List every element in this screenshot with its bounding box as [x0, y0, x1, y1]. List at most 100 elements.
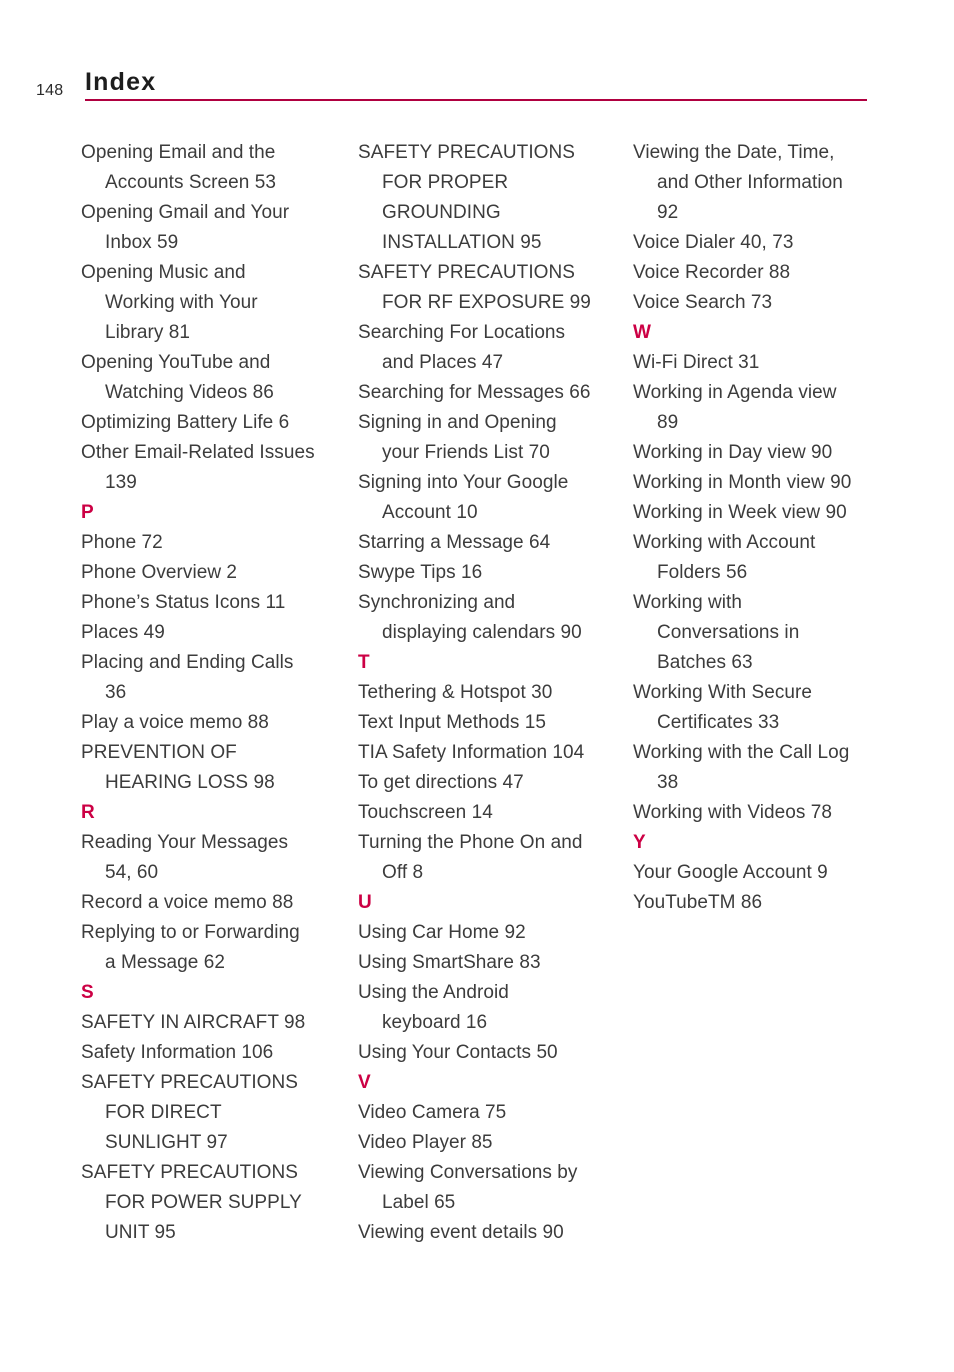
index-entry-line: To get directions 47: [358, 772, 524, 793]
index-entry-line: Starring a Message 64: [358, 532, 551, 553]
index-entry-line: Searching For Locations: [358, 322, 566, 343]
index-entry-line: HEARING LOSS 98: [105, 772, 275, 793]
index-entry-line: SAFETY PRECAUTIONS: [81, 1072, 298, 1093]
index-entry-line: SAFETY PRECAUTIONS: [81, 1162, 298, 1183]
index-letter-heading: V: [358, 1072, 371, 1093]
index-letter-heading: S: [81, 982, 94, 1003]
index-entry-line: Places 49: [81, 622, 165, 643]
index-entry-line: 38: [657, 772, 679, 793]
index-entry-line: Working in Day view 90: [633, 442, 833, 463]
index-entry-line: Off 8: [382, 862, 424, 883]
index-entry-line: 92: [657, 202, 679, 223]
index-entry-line: YouTubeTM 86: [633, 892, 763, 913]
index-entry-line: keyboard 16: [382, 1012, 488, 1033]
index-letter-heading: Y: [633, 832, 646, 853]
index-entry-line: Opening Music and: [81, 262, 246, 283]
index-entry-line: Signing in and Opening: [358, 412, 557, 433]
index-entry-line: Tethering & Hotspot 30: [358, 682, 553, 703]
index-entry-line: displaying calendars 90: [382, 622, 582, 643]
index-entry-line: Placing and Ending Calls: [81, 652, 294, 673]
index-entry-line: UNIT 95: [105, 1222, 176, 1243]
index-entry-line: Touchscreen 14: [358, 802, 493, 823]
index-entry-line: Working with Account: [633, 532, 816, 553]
index-entry-line: Conversations in: [657, 622, 800, 643]
index-entry-line: Folders 56: [657, 562, 748, 583]
index-entry-line: Phone 72: [81, 532, 163, 553]
index-entry-line: Working with the Call Log: [633, 742, 850, 763]
index-entry-line: Video Player 85: [358, 1132, 493, 1153]
index-page: 148 Index Opening Email and the Accounts …: [0, 0, 954, 1372]
index-entry-line: SAFETY IN AIRCRAFT 98: [81, 1012, 306, 1033]
index-letter-heading: W: [633, 322, 652, 343]
index-entry-line: SUNLIGHT 97: [105, 1132, 228, 1153]
index-entry-line: PREVENTION OF: [81, 742, 237, 763]
index-entry-line: Text Input Methods 15: [358, 712, 546, 733]
index-entry-line: Inbox 59: [105, 232, 179, 253]
index-entry-line: Voice Search 73: [633, 292, 773, 313]
index-entry-line: Label 65: [382, 1192, 456, 1213]
index-entry-line: Viewing event details 90: [358, 1222, 564, 1243]
index-entry-line: Working with Videos 78: [633, 802, 832, 823]
index-entry-line: Opening YouTube and: [81, 352, 271, 373]
index-entry-line: Accounts Screen 53: [105, 172, 276, 193]
index-entry-line: INSTALLATION 95: [382, 232, 542, 253]
index-column-3: Viewing the Date, Time, and Other Informa…: [633, 138, 895, 918]
index-entry-line: Opening Email and the: [81, 142, 276, 163]
index-entry-line: your Friends List 70: [382, 442, 550, 463]
index-entry-line: Play a voice memo 88: [81, 712, 269, 733]
page-header: 148 Index: [0, 62, 954, 108]
index-entry-line: Other Email-Related Issues: [81, 442, 315, 463]
index-entry-line: FOR PROPER: [382, 172, 509, 193]
index-entry-line: 36: [105, 682, 127, 703]
index-entry-line: Record a voice memo 88: [81, 892, 294, 913]
index-entry-line: Using SmartShare 83: [358, 952, 541, 973]
index-entry-line: Replying to or Forwarding: [81, 922, 300, 943]
index-entry-line: Working in Agenda view: [633, 382, 837, 403]
index-entry-line: Synchronizing and: [358, 592, 516, 613]
index-entry-line: TIA Safety Information 104: [358, 742, 585, 763]
index-entry-line: Swype Tips 16: [358, 562, 483, 583]
index-entry-line: Video Camera 75: [358, 1102, 507, 1123]
index-entry-line: Turning the Phone On and: [358, 832, 583, 853]
index-entry-line: Working in Week view 90: [633, 502, 847, 523]
page-number: 148: [36, 82, 64, 99]
index-entry-line: Working with: [633, 592, 743, 613]
index-column-2: SAFETY PRECAUTIONS FOR PROPER GROUNDING INS…: [358, 138, 620, 1248]
index-letter-heading: U: [358, 892, 373, 913]
index-entry-line: SAFETY PRECAUTIONS: [358, 142, 575, 163]
index-entry-line: Voice Recorder 88: [633, 262, 791, 283]
index-entry-line: Phone Overview 2: [81, 562, 238, 583]
index-entry-line: Library 81: [105, 322, 190, 343]
index-entry-line: a Message 62: [105, 952, 225, 973]
index-entry-line: Wi-Fi Direct 31: [633, 352, 760, 373]
index-entry-line: Using Your Contacts 50: [358, 1042, 558, 1063]
index-entry-line: FOR POWER SUPPLY: [105, 1192, 302, 1213]
index-entry-line: and Places 47: [382, 352, 504, 373]
index-entry-line: Your Google Account 9: [633, 862, 828, 883]
index-entry-line: Batches 63: [657, 652, 753, 673]
index-entry-line: Viewing the Date, Time,: [633, 142, 835, 163]
index-letter-heading: T: [358, 652, 370, 673]
index-entry-line: 139: [105, 472, 137, 493]
page-title: Index: [85, 68, 157, 96]
index-letter-heading: R: [81, 802, 96, 823]
index-entry-line: Phone’s Status Icons 11: [81, 592, 286, 613]
index-entry-line: Optimizing Battery Life 6: [81, 412, 290, 433]
index-entry-line: Searching for Messages 66: [358, 382, 591, 403]
index-entry-line: Safety Information 106: [81, 1042, 274, 1063]
index-entry-line: Using the Android: [358, 982, 509, 1003]
index-entry-line: 54, 60: [105, 862, 159, 883]
index-entry-line: FOR DIRECT: [105, 1102, 222, 1123]
index-entry-line: GROUNDING: [382, 202, 501, 223]
index-entry-line: Viewing Conversations by: [358, 1162, 578, 1183]
index-column-1: Opening Email and the Accounts Screen 53 O…: [81, 138, 343, 1248]
index-entry-line: Watching Videos 86: [105, 382, 274, 403]
index-entry-line: SAFETY PRECAUTIONS: [358, 262, 575, 283]
index-entry-line: Using Car Home 92: [358, 922, 526, 943]
index-entry-line: and Other Information: [657, 172, 843, 193]
index-entry-line: Opening Gmail and Your: [81, 202, 290, 223]
index-entry-line: Reading Your Messages: [81, 832, 289, 853]
index-letter-heading: P: [81, 502, 94, 523]
index-entry-line: Voice Dialer 40, 73: [633, 232, 794, 253]
index-entry-line: Signing into Your Google: [358, 472, 569, 493]
